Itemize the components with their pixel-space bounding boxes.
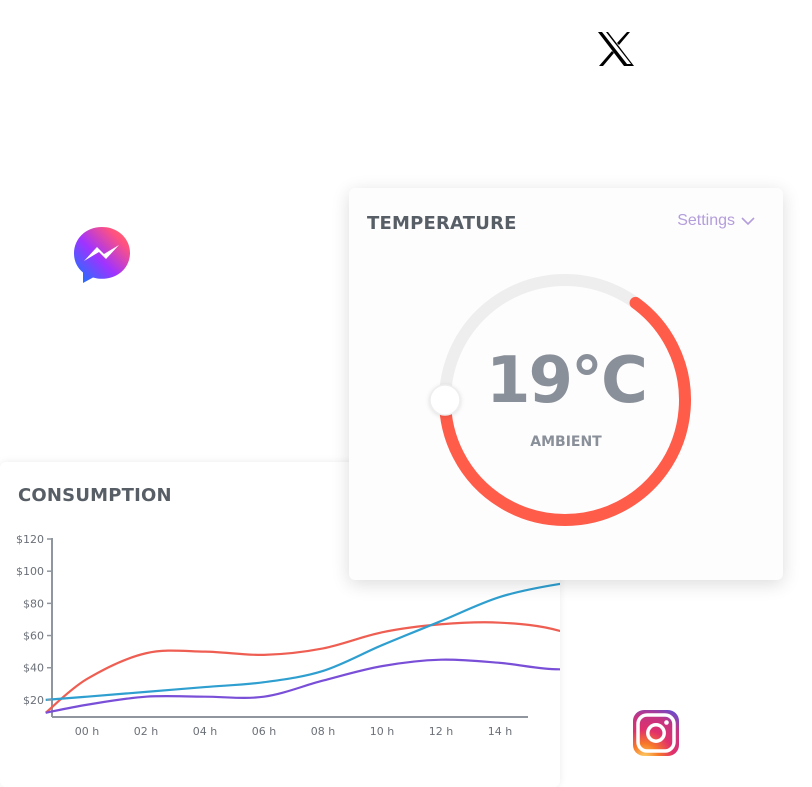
x-tick-label: 06 h [252, 725, 276, 738]
messenger-logo-icon[interactable] [73, 226, 131, 284]
y-tick-label: $100 [16, 565, 44, 578]
y-tick-label: $120 [16, 533, 44, 546]
instagram-logo-icon[interactable] [633, 710, 679, 756]
series-line-3 [45, 658, 560, 714]
temperature-value: 19°C [485, 344, 648, 418]
temperature-card: TEMPERATURE Settings 19°C AMBIENT [349, 188, 783, 580]
y-tick-label: $60 [23, 630, 44, 643]
series-line-2 [45, 582, 560, 702]
x-tick-label: 04 h [193, 725, 217, 738]
y-tick-label: $80 [23, 597, 44, 610]
y-tick-label: $40 [23, 662, 44, 675]
x-tick-label: 08 h [311, 725, 335, 738]
x-tick-label: 12 h [429, 725, 453, 738]
x-logo-icon[interactable] [597, 31, 635, 67]
x-tick-label: 10 h [370, 725, 394, 738]
temperature-label: AMBIENT [530, 434, 602, 450]
x-tick-label: 14 h [488, 725, 512, 738]
x-tick-label: 00 h [75, 725, 99, 738]
y-tick-label: $20 [23, 694, 44, 707]
x-tick-label: 02 h [134, 725, 158, 738]
